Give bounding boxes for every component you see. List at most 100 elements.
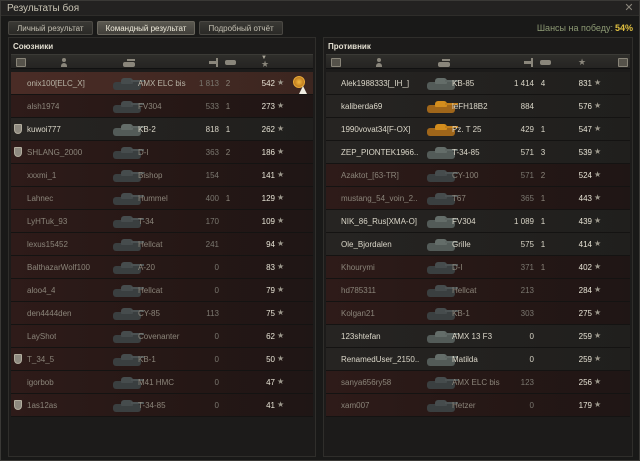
experience-value: 94 — [266, 240, 275, 249]
experience-star-icon: ★ — [594, 170, 602, 179]
allies-list: onix100[ELC_X] AMX ELC bis 1 813 2 542 ★ alsh1… — [11, 72, 313, 417]
vehicle-name: D-I — [452, 263, 463, 272]
platoon-icon[interactable] — [16, 58, 26, 67]
platoon-icon[interactable] — [331, 58, 341, 67]
damage-value: 0 — [529, 355, 534, 364]
damage-value: 429 — [520, 125, 534, 134]
experience-value: 109 — [261, 217, 275, 226]
vehicle-name: Hellcat — [452, 286, 477, 295]
player-row[interactable]: Khourymi D-I 371 1 402 ★ — [326, 256, 630, 279]
damage-value: 1 089 — [513, 217, 534, 226]
player-row[interactable]: xam007 Hetzer 0 179 ★ — [326, 394, 630, 417]
player-row[interactable]: Azaktot_[63-TR] CY-100 571 2 524 ★ — [326, 164, 630, 187]
experience-value: 542 — [261, 79, 275, 88]
vehicle-icon[interactable] — [123, 58, 135, 67]
experience-star-icon: ★ — [594, 285, 602, 294]
experience-value: 50 — [266, 355, 275, 364]
kills-value: 1 — [540, 194, 546, 203]
player-row[interactable]: sanya656ry58 AMX ELC bis 123 256 ★ — [326, 371, 630, 394]
player-name: xxxmi_1 — [27, 171, 57, 180]
player-name: SHLANG_2000 — [27, 148, 83, 157]
damage-icon[interactable] — [524, 58, 534, 67]
damage-value: 363 — [205, 148, 219, 157]
vehicle-name: Pz. T 25 — [452, 125, 482, 134]
vehicle-name: CY-100 — [452, 171, 479, 180]
tab-team-result[interactable]: Командный результат — [96, 21, 196, 35]
experience-value: 129 — [261, 194, 275, 203]
player-row[interactable]: Lahnec Hummel 400 1 129 ★ — [11, 187, 313, 210]
tab-detailed-report[interactable]: Подробный отчёт — [199, 21, 283, 35]
kills-value: 1 — [540, 217, 546, 226]
experience-star-icon: ★ — [594, 101, 602, 110]
experience-value: 62 — [266, 332, 275, 341]
vehicle-name: FV304 — [138, 102, 162, 111]
player-row[interactable]: 123shtefan AMX 13 F3 0 259 ★ — [326, 325, 630, 348]
player-row[interactable]: NIK_86_Rus[XMA-O] FV304 1 089 1 439 ★ — [326, 210, 630, 233]
player-row[interactable]: lexus15452 Hellcat 241 94 ★ — [11, 233, 313, 256]
experience-value: 83 — [266, 263, 275, 272]
player-row[interactable]: 1as12as T-34-85 0 41 ★ — [11, 394, 313, 417]
player-row[interactable]: den4444den CY-85 113 75 ★ — [11, 302, 313, 325]
damage-value: 371 — [520, 263, 534, 272]
experience-star-icon[interactable]: ★ — [261, 60, 270, 69]
player-row[interactable]: xxxmi_1 Bishop 154 141 ★ — [11, 164, 313, 187]
vehicle-name: A-20 — [138, 263, 155, 272]
damage-value: 884 — [520, 102, 534, 111]
player-row[interactable]: LyHTuk_93 T-34 170 109 ★ — [11, 210, 313, 233]
player-row[interactable]: SHLANG_2000 D-I 363 2 186 ★ — [11, 141, 313, 164]
player-row[interactable]: Ole_Bjordalen Grille 575 1 414 ★ — [326, 233, 630, 256]
experience-value: 439 — [578, 217, 592, 226]
experience-star-icon: ★ — [277, 331, 285, 340]
kills-value: 1 — [225, 125, 231, 134]
player-name: RenamedUser_2150.. — [341, 355, 420, 364]
squad-icon[interactable] — [618, 58, 628, 67]
player-name: NIK_86_Rus[XMA-O] — [341, 217, 418, 226]
player-row[interactable]: hd785311 Hellcat 213 284 ★ — [326, 279, 630, 302]
player-name: igorbob — [27, 378, 54, 387]
player-name: T_34_5 — [27, 355, 55, 364]
vehicle-icon[interactable] — [438, 58, 450, 67]
player-icon[interactable] — [375, 58, 383, 67]
experience-value: 524 — [578, 171, 592, 180]
player-row[interactable]: aloo4_4 Hellcat 0 79 ★ — [11, 279, 313, 302]
experience-value: 41 — [266, 401, 275, 410]
player-row[interactable]: kaliberda69 leFH18B2 884 576 ★ — [326, 95, 630, 118]
player-row[interactable]: Kolgan21 KB-1 303 275 ★ — [326, 302, 630, 325]
player-row[interactable]: 1990vovat34[F-OX] Pz. T 25 429 1 547 ★ — [326, 118, 630, 141]
experience-value: 186 — [261, 148, 275, 157]
player-row[interactable]: BalthazarWolf100 A-20 0 83 ★ — [11, 256, 313, 279]
vehicle-name: AMX ELC bis — [452, 378, 500, 387]
damage-value: 0 — [214, 401, 219, 410]
player-row[interactable]: mustang_54_voin_2.. T67 365 1 443 ★ — [326, 187, 630, 210]
damage-icon[interactable] — [209, 58, 219, 67]
damage-value: 0 — [529, 332, 534, 341]
enemies-title: Противник — [328, 42, 371, 51]
platoon-badge-icon — [14, 354, 22, 364]
player-row[interactable]: LayShot Covenanter 0 62 ★ — [11, 325, 313, 348]
player-row[interactable]: kuwoi777 KB-2 818 1 262 ★ — [11, 118, 313, 141]
player-row[interactable]: alsh1974 FV304 533 1 273 ★ — [11, 95, 313, 118]
player-row[interactable]: RenamedUser_2150.. Matilda 0 259 ★ — [326, 348, 630, 371]
player-row[interactable]: Alek1988333[_IH_] KB-85 1 414 4 831 ★ — [326, 72, 630, 95]
win-chance-label: Шансы на победу: — [536, 23, 613, 33]
close-icon[interactable]: ✕ — [623, 2, 635, 14]
vehicle-name: CY-85 — [138, 309, 160, 318]
player-name: sanya656ry58 — [341, 378, 392, 387]
vehicle-name: FV304 — [452, 217, 476, 226]
experience-star-icon: ★ — [277, 124, 285, 133]
kills-icon[interactable] — [540, 58, 551, 67]
damage-value: 0 — [529, 401, 534, 410]
kills-icon[interactable] — [225, 58, 236, 67]
player-row[interactable]: T_34_5 KB-1 0 50 ★ — [11, 348, 313, 371]
player-row[interactable]: onix100[ELC_X] AMX ELC bis 1 813 2 542 ★ — [11, 72, 313, 95]
player-icon[interactable] — [60, 58, 68, 67]
player-name: mustang_54_voin_2.. — [341, 194, 418, 203]
tab-personal-result[interactable]: Личный результат — [8, 21, 93, 35]
kills-value: 1 — [225, 194, 231, 203]
player-row[interactable]: igorbob M41 HMC 0 47 ★ — [11, 371, 313, 394]
experience-star-icon: ★ — [277, 377, 285, 386]
experience-star-icon: ★ — [277, 78, 285, 87]
vehicle-name: T-34-85 — [138, 401, 166, 410]
experience-star-icon[interactable]: ★ — [578, 58, 587, 67]
player-row[interactable]: ZEP_PIONTEK1966.. T-34-85 571 3 539 ★ — [326, 141, 630, 164]
